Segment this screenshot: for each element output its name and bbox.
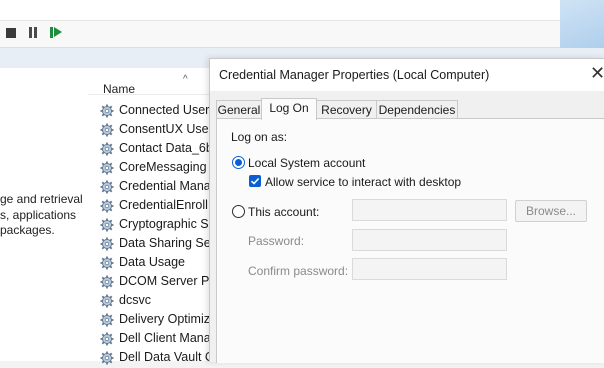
local-system-radio[interactable] — [232, 156, 245, 169]
gear-icon — [100, 218, 114, 232]
service-row[interactable]: Credential Manag — [100, 178, 218, 197]
service-row[interactable]: Data Sharing Serv — [100, 235, 218, 254]
gear-icon — [100, 104, 114, 118]
service-name: Cryptographic Se — [119, 217, 216, 231]
service-name: Delivery Optimiza — [119, 312, 217, 326]
gear-icon — [100, 256, 114, 270]
service-row[interactable]: Delivery Optimiza — [100, 311, 218, 330]
service-row[interactable]: Contact Data_6bf — [100, 140, 218, 159]
gear-icon — [100, 180, 114, 194]
password-label: Password: — [248, 234, 305, 248]
close-icon[interactable]: ✕ — [590, 63, 604, 84]
service-row[interactable]: Dell Data Vault Co — [100, 349, 218, 368]
service-name: dcsvc — [119, 293, 151, 307]
service-name: Connected User E — [119, 103, 218, 117]
tab-log-on[interactable]: Log On — [261, 98, 317, 120]
name-column-label: Name — [103, 82, 136, 96]
service-row[interactable]: ConsentUX User S — [100, 121, 218, 140]
service-name: Data Usage — [119, 255, 186, 269]
service-row[interactable]: CoreMessaging — [100, 159, 218, 178]
service-name: CoreMessaging — [119, 160, 207, 174]
gear-icon — [100, 275, 114, 289]
name-column-header[interactable]: ^ Name — [88, 68, 218, 96]
confirm-password-field[interactable] — [352, 258, 507, 280]
gear-icon — [100, 199, 114, 213]
tab-general[interactable]: General — [216, 100, 262, 119]
description-pane: ge and retrieval s, applications package… — [0, 68, 89, 361]
service-name: Dell Client Manag — [119, 331, 218, 345]
tab-recovery[interactable]: Recovery — [316, 100, 377, 119]
gear-icon — [100, 161, 114, 175]
service-name: Dell Data Vault Co — [119, 350, 218, 364]
service-description: ge and retrieval s, applications package… — [0, 192, 83, 237]
service-name: ConsentUX User S — [119, 122, 218, 136]
gear-icon — [100, 332, 114, 346]
service-name: DCOM Server Pro — [119, 274, 218, 288]
service-name: Credential Manag — [119, 179, 218, 193]
properties-dialog: Credential Manager Properties (Local Com… — [209, 58, 604, 363]
gear-icon — [100, 313, 114, 327]
log-on-as-label: Log on as: — [231, 130, 288, 144]
window-top-strip — [0, 0, 560, 21]
confirm-password-label: Confirm password: — [248, 264, 349, 278]
toolbar — [0, 21, 560, 48]
account-field[interactable] — [352, 199, 507, 221]
gear-icon — [100, 123, 114, 137]
sort-ascending-icon: ^ — [183, 74, 188, 85]
log-on-tab-panel: Log on as: Local System account Allow se… — [216, 118, 604, 363]
this-account-radio[interactable] — [232, 205, 245, 218]
this-account-label[interactable]: This account: — [248, 205, 319, 219]
tab-dependencies[interactable]: Dependencies — [376, 100, 458, 119]
service-row[interactable]: DCOM Server Pro — [100, 273, 218, 292]
service-row[interactable]: Connected User E — [100, 102, 218, 121]
gear-icon — [100, 294, 114, 308]
service-row[interactable]: Data Usage — [100, 254, 218, 273]
service-name: Contact Data_6bf — [119, 141, 217, 155]
browse-button[interactable]: Browse... — [515, 200, 587, 222]
pause-icon[interactable] — [28, 27, 40, 39]
gear-icon — [100, 142, 114, 156]
gear-icon — [100, 237, 114, 251]
allow-interact-checkbox[interactable] — [249, 175, 261, 187]
services-list: ^ Name Connected User E ConsentUX User S C… — [88, 68, 218, 365]
password-field[interactable] — [352, 229, 507, 251]
dialog-title: Credential Manager Properties (Local Com… — [219, 68, 490, 82]
restart-icon[interactable] — [50, 27, 62, 39]
local-system-label[interactable]: Local System account — [248, 156, 365, 170]
service-row[interactable]: dcsvc — [100, 292, 218, 311]
gear-icon — [100, 351, 114, 365]
service-name: Data Sharing Serv — [119, 236, 218, 250]
service-row[interactable]: Dell Client Manag — [100, 330, 218, 349]
checkmark-icon — [250, 177, 260, 185]
service-row[interactable]: Cryptographic Se — [100, 216, 218, 235]
service-row[interactable]: CredentialEnrollI — [100, 197, 218, 216]
stop-icon[interactable] — [6, 28, 16, 38]
allow-interact-label[interactable]: Allow service to interact with desktop — [265, 175, 461, 189]
service-name: CredentialEnrollI — [119, 198, 212, 212]
dialog-titlebar[interactable]: Credential Manager Properties (Local Com… — [210, 59, 604, 91]
